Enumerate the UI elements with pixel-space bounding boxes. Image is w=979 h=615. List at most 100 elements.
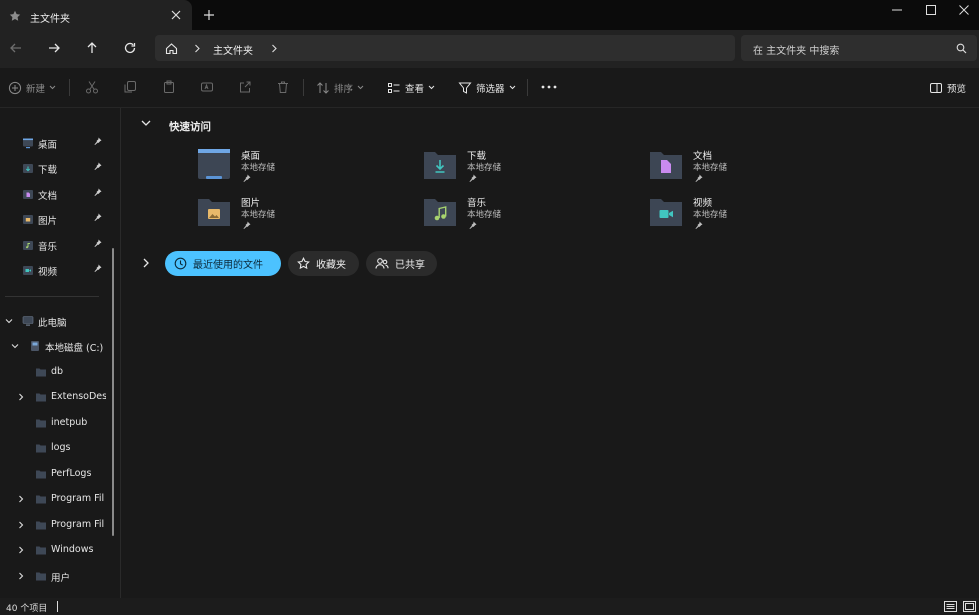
- tree-item-folder[interactable]: PerfLogs: [0, 462, 112, 486]
- sort-button[interactable]: 排序: [316, 68, 364, 107]
- quick-access-desktop[interactable]: 桌面 本地存储: [197, 148, 397, 192]
- sidebar-item-pictures[interactable]: 图片: [0, 207, 110, 231]
- up-icon[interactable]: [85, 41, 99, 55]
- paste-icon[interactable]: [162, 80, 176, 94]
- chevron-right-icon[interactable]: [17, 521, 25, 529]
- tree-item-this-pc[interactable]: 此电脑: [0, 309, 112, 333]
- tab-home[interactable]: 主文件夹: [0, 0, 192, 32]
- home-icon[interactable]: [165, 42, 178, 55]
- sidebar-item-desktop[interactable]: 桌面: [0, 131, 110, 155]
- close-window-icon[interactable]: [957, 3, 971, 17]
- sidebar-item-documents[interactable]: 文档: [0, 182, 110, 206]
- copy-icon[interactable]: [123, 80, 137, 94]
- tree-item-folder[interactable]: Program Fil: [0, 513, 112, 537]
- chevron-down-icon[interactable]: [11, 342, 19, 350]
- tree-item-folder[interactable]: ExtensoDes: [0, 385, 112, 409]
- tile-name: 下载: [467, 151, 487, 162]
- refresh-icon[interactable]: [123, 41, 137, 55]
- tree-item-label: 用户: [51, 573, 71, 584]
- tile-subtitle: 本地存储: [467, 210, 502, 220]
- tile-subtitle: 本地存储: [693, 163, 728, 173]
- pin-icon[interactable]: [94, 239, 102, 247]
- chevron-right-icon[interactable]: [17, 572, 25, 580]
- item-count: 40 个项目: [6, 604, 48, 614]
- tree-item-label: Program Fil: [51, 519, 105, 530]
- more-options-icon[interactable]: [541, 85, 557, 89]
- address-bar[interactable]: 主文件夹: [155, 35, 735, 61]
- details-view-icon[interactable]: [944, 601, 957, 612]
- search-icon[interactable]: [956, 43, 967, 54]
- sidebar-item-music[interactable]: 音乐: [0, 233, 110, 257]
- drive-icon: [29, 340, 41, 352]
- search-input[interactable]: 在 主文件夹 中搜索: [741, 35, 977, 61]
- tree-item-folder[interactable]: db: [0, 360, 112, 384]
- section-title-quick-access[interactable]: 快速访问: [169, 119, 211, 134]
- filter-button[interactable]: 筛选器: [458, 68, 516, 107]
- quick-access-pictures[interactable]: 图片 本地存储: [197, 195, 397, 239]
- recent-files-chip[interactable]: 最近使用的文件: [165, 251, 281, 276]
- tree-item-label: logs: [51, 442, 71, 453]
- rename-icon[interactable]: [200, 80, 214, 94]
- tree-item-folder[interactable]: Windows: [0, 538, 112, 562]
- tiles-view-icon[interactable]: [963, 601, 976, 612]
- pictures-folder-icon: [197, 195, 231, 227]
- chevron-right-icon[interactable]: [17, 546, 25, 554]
- chevron-right-icon[interactable]: [140, 257, 152, 269]
- tree-item-folder[interactable]: Program Fil: [0, 487, 112, 511]
- maximize-icon[interactable]: [924, 3, 938, 17]
- folder-icon: [35, 442, 47, 454]
- star-icon: [9, 10, 21, 22]
- sidebar-item-label: 桌面: [38, 140, 58, 151]
- shared-chip[interactable]: 已共享: [366, 251, 437, 276]
- new-button[interactable]: 新建: [8, 68, 56, 107]
- pin-icon: [469, 221, 477, 229]
- tree-item-drive-c[interactable]: 本地磁盘 (C:): [0, 334, 112, 358]
- title-bar: 主文件夹: [0, 0, 979, 32]
- minimize-icon[interactable]: [890, 3, 904, 17]
- sidebar-item-downloads[interactable]: 下载: [0, 156, 110, 180]
- sort-icon: [316, 81, 330, 95]
- chevron-down-icon[interactable]: [5, 317, 13, 325]
- chevron-down-icon[interactable]: [140, 117, 152, 129]
- chevron-right-icon[interactable]: [17, 393, 25, 401]
- delete-icon[interactable]: [276, 80, 290, 94]
- close-tab-icon[interactable]: [170, 9, 182, 21]
- quick-access-documents[interactable]: 文档 本地存储: [649, 148, 849, 192]
- pin-icon[interactable]: [94, 162, 102, 170]
- sidebar-item-label: 图片: [38, 216, 58, 227]
- quick-access-videos[interactable]: 视频 本地存储: [649, 195, 849, 239]
- preview-button[interactable]: 预览: [929, 68, 966, 107]
- breadcrumb-home[interactable]: 主文件夹: [213, 42, 253, 57]
- chevron-right-icon[interactable]: [270, 44, 278, 53]
- tile-subtitle: 本地存储: [241, 163, 276, 173]
- view-button[interactable]: 查看: [387, 68, 435, 107]
- back-icon[interactable]: [9, 41, 23, 55]
- download-folder-icon: [423, 148, 457, 180]
- chevron-right-icon[interactable]: [17, 495, 25, 503]
- pane-splitter[interactable]: [120, 108, 121, 598]
- tree-item-label: inetpub: [51, 417, 88, 428]
- pin-icon[interactable]: [94, 188, 102, 196]
- pin-icon[interactable]: [94, 264, 102, 272]
- tree-item-folder[interactable]: logs: [0, 436, 112, 460]
- chevron-right-icon[interactable]: [193, 44, 201, 53]
- share-icon[interactable]: [238, 80, 252, 94]
- documents-folder-icon: [22, 188, 34, 200]
- pin-icon: [469, 174, 477, 182]
- quick-access-music[interactable]: 音乐 本地存储: [423, 195, 623, 239]
- tree-item-label: 本地磁盘 (C:): [45, 343, 104, 354]
- tree-item-folder[interactable]: inetpub: [0, 411, 112, 435]
- sidebar-item-videos[interactable]: 视频: [0, 258, 110, 282]
- cut-icon[interactable]: [85, 80, 99, 94]
- tree-item-folder[interactable]: 用户: [0, 564, 112, 588]
- forward-icon[interactable]: [47, 41, 61, 55]
- quick-access-downloads[interactable]: 下载 本地存储: [423, 148, 623, 192]
- favorites-chip[interactable]: 收藏夹: [288, 251, 359, 276]
- pin-icon[interactable]: [94, 213, 102, 221]
- plus-circle-icon: [8, 81, 22, 95]
- new-tab-icon[interactable]: [203, 9, 215, 21]
- folder-icon: [35, 570, 47, 582]
- pin-icon[interactable]: [94, 137, 102, 145]
- shared-label: 已共享: [395, 260, 425, 271]
- sidebar-scrollbar[interactable]: [112, 248, 114, 536]
